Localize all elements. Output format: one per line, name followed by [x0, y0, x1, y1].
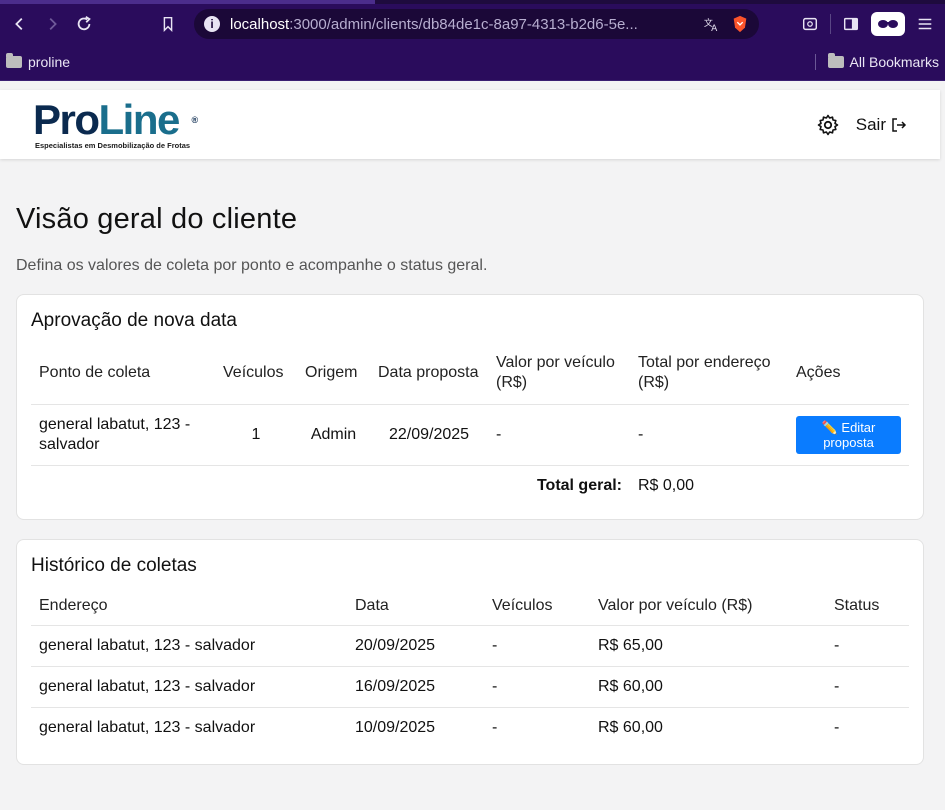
total-row: Total geral: R$ 0,00 [31, 465, 909, 506]
history-table: Endereço Data Veículos Valor por veículo… [31, 587, 909, 748]
cell-value: R$ 60,00 [598, 718, 663, 736]
cell-origin: Admin [310, 425, 357, 443]
approval-card: Aprovação de nova data Ponto de coleta V… [16, 294, 924, 520]
back-button[interactable] [6, 10, 34, 38]
cell-address: general labatut, 123 - salvador [39, 677, 256, 695]
cell-value: R$ 65,00 [598, 636, 663, 654]
address-bar[interactable]: i localhost:3000/admin/clients/db84de1c-… [194, 9, 759, 39]
approval-title: Aprovação de nova data [31, 310, 237, 331]
reload-button[interactable] [70, 10, 98, 38]
total-value: R$ 0,00 [638, 476, 695, 494]
table-row: general labatut, 123 - salvador 1 Admin … [31, 404, 909, 465]
browser-tabstrip [0, 0, 945, 4]
bookmarks-bar: proline All Bookmarks [0, 44, 945, 81]
hamburger-menu-icon [918, 18, 932, 30]
folder-icon [827, 53, 844, 68]
forward-button[interactable] [38, 10, 66, 38]
site-info-icon[interactable]: i [204, 16, 220, 32]
cell-vehicles: - [492, 718, 498, 736]
page-title: Visão geral do cliente [16, 203, 298, 235]
cell-value: R$ 60,00 [598, 677, 663, 695]
cell-address: general labatut, 123 - salvador [39, 718, 256, 736]
cell-status: - [834, 718, 840, 736]
cell-vehicles: 1 [251, 425, 261, 443]
cell-actions: ✏️ Editar proposta [788, 404, 909, 465]
cell-status: - [834, 636, 840, 654]
col-header: Endereço [39, 596, 108, 614]
browser-toolbar: i localhost:3000/admin/clients/db84de1c-… [0, 4, 945, 44]
settings-gear-icon[interactable] [816, 113, 840, 137]
logo-pro: Pro [33, 95, 100, 143]
history-title: Histórico de coletas [31, 555, 197, 576]
approval-header-row: Ponto de coleta Veículos Origem Data pro… [31, 342, 909, 404]
bookmark-label: proline [28, 54, 71, 70]
all-bookmarks-button[interactable]: All Bookmarks [827, 53, 939, 70]
proline-logo[interactable]: ProLine ® Especialistas em Desmobilização… [33, 98, 198, 150]
col-header: Data [355, 596, 389, 614]
cell-address: general labatut, 123 - salvador [39, 636, 256, 654]
folder-icon [6, 53, 22, 68]
all-bookmarks-label: All Bookmarks [849, 54, 939, 70]
cell-status: - [834, 677, 840, 695]
logo-line: Line [98, 95, 181, 143]
col-header: Status [834, 596, 880, 614]
col-header: Ponto de coleta [39, 363, 151, 381]
brave-shield-icon[interactable] [731, 15, 749, 33]
app-header: ProLine ® Especialistas em Desmobilização… [0, 90, 940, 159]
col-header: Valor por veículo (R$) [496, 353, 615, 391]
col-header: Veículos [223, 363, 284, 381]
total-label: Total geral: [536, 476, 622, 494]
table-row: general labatut, 123 - salvador 16/09/20… [31, 666, 909, 707]
cell-date: 22/09/2025 [388, 425, 470, 443]
col-header: Ações [796, 363, 841, 381]
screenshot-button[interactable] [796, 10, 824, 38]
screenshot-icon [802, 17, 818, 31]
reload-icon [77, 16, 91, 31]
cell-vehicles: - [492, 677, 498, 695]
translate-icon[interactable]: 文A [703, 15, 721, 33]
edit-proposal-button[interactable]: ✏️ Editar proposta [796, 415, 901, 454]
url-path: :3000/admin/clients/db84de1c-8a97-4313-b… [289, 15, 638, 33]
cell-date: 16/09/2025 [355, 677, 436, 695]
history-header-row: Endereço Data Veículos Valor por veículo… [31, 587, 909, 625]
sidebar-toggle-button[interactable] [837, 10, 865, 38]
history-card: Histórico de coletas Endereço Data Veícu… [16, 539, 924, 765]
bookmarks-separator [814, 54, 816, 70]
logout-button[interactable]: Sair [856, 115, 907, 135]
col-header: Origem [305, 363, 358, 381]
table-row: general labatut, 123 - salvador 10/09/20… [31, 707, 909, 748]
cell-date: 10/09/2025 [355, 718, 436, 736]
bookmark-page-button[interactable] [154, 10, 182, 38]
col-header: Valor por veículo (R$) [598, 596, 753, 614]
sidebar-icon [843, 17, 859, 31]
url-host: localhost [230, 15, 290, 33]
logout-label: Sair [855, 114, 886, 134]
reader-mode-button[interactable] [871, 12, 905, 36]
page-subtitle: Defina os valores de coleta por ponto e … [16, 257, 488, 274]
logo-registered: ® [191, 114, 199, 125]
cell-total-per-address: - [638, 425, 644, 443]
forward-icon [49, 17, 57, 31]
svg-text:A: A [711, 24, 718, 33]
menu-button[interactable] [911, 10, 939, 38]
glasses-icon [878, 20, 898, 28]
approval-table: Ponto de coleta Veículos Origem Data pro… [31, 342, 909, 506]
cell-date: 20/09/2025 [355, 636, 436, 654]
cell-value-per-vehicle: - [496, 425, 502, 443]
logo-wordmark: ProLine ® [33, 98, 198, 140]
toolbar-separator [830, 14, 831, 34]
col-header: Data proposta [378, 363, 479, 381]
cell-point: general labatut, 123 - salvador [39, 415, 191, 453]
table-row: general labatut, 123 - salvador 20/09/20… [31, 625, 909, 666]
active-tab-indicator [0, 0, 375, 4]
col-header: Veículos [492, 596, 553, 614]
col-header: Total por endereço (R$) [638, 353, 771, 391]
main-content: Visão geral do cliente Defina os valores… [0, 159, 945, 765]
logout-icon [892, 117, 907, 132]
cell-vehicles: - [492, 636, 498, 654]
bookmark-folder-proline[interactable]: proline [6, 53, 71, 70]
bookmark-icon [163, 16, 173, 33]
back-icon [15, 17, 23, 31]
